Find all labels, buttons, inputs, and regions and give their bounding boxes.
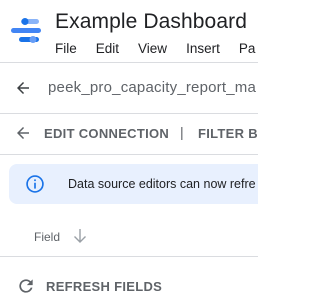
banner-message: Data source editors can now refre xyxy=(68,177,256,191)
app-window: Example Dashboard File Edit View Insert … xyxy=(0,0,258,304)
app-header: Example Dashboard File Edit View Insert … xyxy=(0,0,258,62)
info-banner: Data source editors can now refre xyxy=(9,164,258,204)
menu-page[interactable]: Pa xyxy=(239,41,256,56)
menu-insert[interactable]: Insert xyxy=(186,41,220,56)
back-arrow-icon[interactable] xyxy=(14,79,32,97)
toolbar-separator: | xyxy=(180,124,184,140)
data-source-bar: peek_pro_capacity_report_ma xyxy=(0,63,258,113)
field-column-label[interactable]: Field xyxy=(34,230,60,244)
menu-edit[interactable]: Edit xyxy=(96,41,119,56)
looker-studio-logo-icon[interactable] xyxy=(11,15,41,45)
data-source-name: peek_pro_capacity_report_ma xyxy=(48,79,257,96)
editor-toolbar: EDIT CONNECTION | FILTER BY xyxy=(0,114,258,154)
filter-by-button[interactable]: FILTER BY xyxy=(198,126,258,141)
menu-view[interactable]: View xyxy=(138,41,167,56)
fields-divider xyxy=(0,256,258,257)
refresh-fields-button[interactable]: REFRESH FIELDS xyxy=(0,270,258,304)
field-column-header: Field xyxy=(0,222,258,250)
refresh-icon xyxy=(19,279,33,293)
edit-connection-back-icon[interactable] xyxy=(14,124,32,142)
info-icon xyxy=(26,175,44,193)
menu-bar: File Edit View Insert Pa xyxy=(55,41,258,56)
toolbar-divider xyxy=(0,154,258,155)
refresh-fields-label: REFRESH FIELDS xyxy=(46,279,163,294)
menu-file[interactable]: File xyxy=(55,41,77,56)
arrow-down-icon[interactable] xyxy=(73,228,87,244)
report-title[interactable]: Example Dashboard xyxy=(55,10,247,34)
edit-connection-button[interactable]: EDIT CONNECTION xyxy=(44,126,169,141)
